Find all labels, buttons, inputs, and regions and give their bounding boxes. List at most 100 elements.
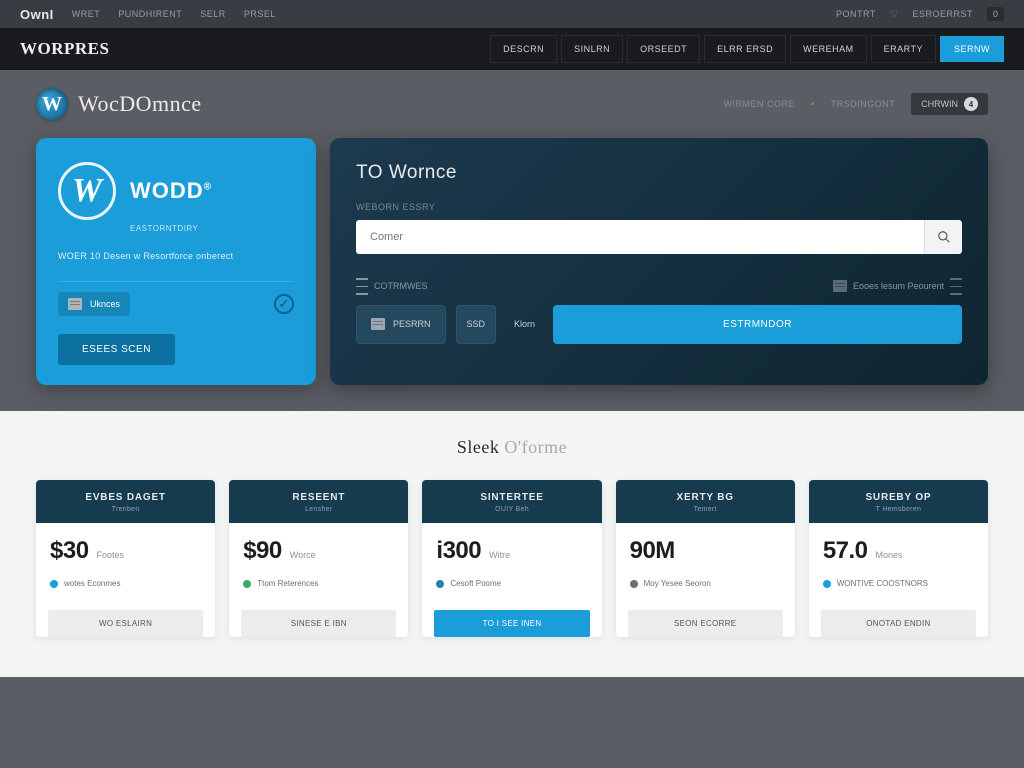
plan-feature-text: wotes Econmes [64, 579, 120, 588]
navbar: WORPRES DESCRN SINLRN ORSEEDT ELRR ERSD … [0, 28, 1024, 70]
plan-head: XERTY BG Temert [616, 480, 795, 523]
plans-row: EVBES DAGET Trenben $30 Footes wotes Eco… [36, 480, 988, 637]
plan-feature: WONTIVE COOSTNORS [823, 579, 974, 588]
search-bar [356, 220, 962, 254]
topbar: OwnI WRET PUNDHIRENT SELR PRSEL PONTRT ♡… [0, 0, 1024, 28]
sub-links: WIRMEN CORE • TRSDINGONT CHRWIN 4 [724, 93, 989, 115]
nav-links: DESCRN SINLRN ORSEEDT ELRR ERSD WEREHAM … [490, 35, 1004, 63]
plan-card: XERTY BG Temert 90M Moy Yesee Seoron SEO… [616, 480, 795, 637]
plan-card: SINTERTEE OUIY Beh i300 Witre Cesoft Poo… [422, 480, 601, 637]
nav-link[interactable]: ERARTY [871, 35, 936, 63]
nav-link[interactable]: ELRR ERSD [704, 35, 786, 63]
hero-left-tagline: WOER 10 Desen w Resortforce onberect [58, 251, 294, 261]
topbar-link[interactable]: WRET [72, 9, 101, 19]
plan-body: $90 Worce Ttom Reterences [229, 523, 408, 600]
topbar-left: OwnI WRET PUNDHIRENT SELR PRSEL [20, 7, 276, 22]
action-ghost[interactable]: Klorn [506, 305, 543, 344]
plan-feature: Cesoft Poome [436, 579, 587, 588]
nav-brand[interactable]: WORPRES [20, 39, 109, 59]
hero-right-title: TO Wornce [356, 162, 962, 184]
plan-sub: OUIY Beh [432, 506, 591, 513]
section-title-b: O'forme [504, 437, 567, 457]
plan-body: $30 Footes wotes Econmes [36, 523, 215, 600]
topbar-badge[interactable]: 0 [987, 7, 1004, 21]
sub-link[interactable]: WIRMEN CORE [724, 99, 796, 109]
hero-left-cta-button[interactable]: ESEES SCEN [58, 334, 175, 365]
plan-name: RESEENT [239, 492, 398, 503]
hero-left-row: Uknces ✓ [58, 281, 294, 326]
plan-price: $90 [243, 537, 282, 565]
plan-name: EVBES DAGET [46, 492, 205, 503]
sub-chip[interactable]: CHRWIN 4 [911, 93, 988, 115]
plan-feature: wotes Econmes [50, 579, 201, 588]
sub-link[interactable]: TRSDINGONT [831, 99, 896, 109]
plan-sub: Lensher [239, 506, 398, 513]
topbar-link[interactable]: SELR [200, 9, 226, 19]
sub-chip-label: CHRWIN [921, 99, 958, 109]
topbar-right: PONTRT ♡ ESROERRST 0 [836, 7, 1004, 21]
hero: W WODD® EASTORNTDIRY WOER 10 Desen w Res… [0, 138, 1024, 385]
topbar-brand: OwnI [20, 7, 54, 22]
plans-section: Sleek O'forme EVBES DAGET Trenben $30 Fo… [0, 411, 1024, 677]
nav-link[interactable]: ORSEEDT [627, 35, 700, 63]
plan-price-row: 57.0 Mones [823, 537, 974, 565]
plan-unit: Mones [876, 550, 903, 560]
hero-left-pill[interactable]: Uknces [58, 292, 130, 316]
hero-left-subtitle: EASTORNTDIRY [130, 224, 294, 233]
plan-price-row: $90 Worce [243, 537, 394, 565]
plan-sub: Temert [626, 506, 785, 513]
plan-card: EVBES DAGET Trenben $30 Footes wotes Eco… [36, 480, 215, 637]
nav-link[interactable]: SINLRN [561, 35, 623, 63]
plan-card: RESEENT Lensher $90 Worce Ttom Reterence… [229, 480, 408, 637]
plan-cta-button[interactable]: SINESE E IBN [241, 610, 396, 637]
section-title-a: Sleek [457, 437, 500, 457]
plan-body: 90M Moy Yesee Seoron [616, 523, 795, 600]
hero-right-primary-button[interactable]: ESTRMNDOR [553, 305, 962, 344]
meta-left: COTRMWES [356, 278, 428, 295]
topbar-link[interactable]: PRSEL [244, 9, 276, 19]
wordpress-logo-icon: W [58, 162, 116, 220]
hero-right-label: WEBORN ESSRY [356, 202, 962, 212]
plan-cta-button[interactable]: SEON ECORRE [628, 610, 783, 637]
nav-link[interactable]: DESCRN [490, 35, 557, 63]
plan-name: XERTY BG [626, 492, 785, 503]
plan-body: i300 Witre Cesoft Poome [422, 523, 601, 600]
plan-cta-button[interactable]: TO I SEE INEN [434, 610, 589, 637]
subheader: W WocDOmnce WIRMEN CORE • TRSDINGONT CHR… [0, 70, 1024, 138]
plan-head: EVBES DAGET Trenben [36, 480, 215, 523]
plan-head: RESEENT Lensher [229, 480, 408, 523]
heart-icon[interactable]: ♡ [890, 9, 899, 20]
action-chip[interactable]: PESRRN [356, 305, 446, 344]
box-icon [371, 318, 385, 330]
hero-right-actions: PESRRN SSD Klorn ESTRMNDOR [356, 305, 962, 344]
topbar-link[interactable]: PUNDHIRENT [118, 9, 182, 19]
plan-feature-text: WONTIVE COOSTNORS [837, 579, 928, 588]
topbar-link[interactable]: PONTRT [836, 9, 876, 19]
plan-head: SINTERTEE OUIY Beh [422, 480, 601, 523]
plan-feature-text: Cesoft Poome [450, 579, 501, 588]
brand-title: WocDOmnce [78, 91, 202, 117]
plan-unit: Witre [489, 550, 510, 560]
plan-cta-button[interactable]: WO ESLAIRN [48, 610, 203, 637]
hero-left-top: W WODD® [58, 162, 294, 220]
sub-link[interactable]: • [811, 99, 815, 109]
nav-link[interactable]: WEREHAM [790, 35, 867, 63]
feature-icon [823, 580, 831, 588]
plan-cta-button[interactable]: ONOTAD ENDIN [821, 610, 976, 637]
plan-head: SUREBY OP T Hemsberen [809, 480, 988, 523]
plan-price: 57.0 [823, 537, 868, 565]
plan-unit: Footes [97, 550, 125, 560]
nav-cta-button[interactable]: SERNW [940, 36, 1004, 62]
check-icon: ✓ [274, 294, 294, 314]
hero-right-meta: COTRMWES Eooes lesum Peourent [356, 278, 962, 295]
plan-name: SUREBY OP [819, 492, 978, 503]
search-button[interactable] [924, 220, 962, 254]
brand-block: W WocDOmnce [36, 88, 202, 120]
search-icon [937, 230, 951, 244]
hero-right-card: TO Wornce WEBORN ESSRY COTRMWES Eooes le… [330, 138, 988, 385]
action-chip[interactable]: SSD [456, 305, 497, 344]
search-input[interactable] [356, 220, 924, 254]
plan-unit: Worce [290, 550, 316, 560]
plan-card: SUREBY OP T Hemsberen 57.0 Mones WONTIVE… [809, 480, 988, 637]
topbar-link[interactable]: ESROERRST [912, 9, 973, 19]
